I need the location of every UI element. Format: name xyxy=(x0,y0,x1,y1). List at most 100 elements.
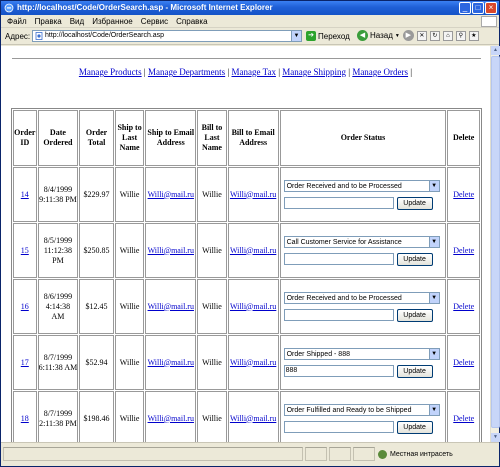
bill-email-link[interactable]: Willi@mail.ru xyxy=(230,190,276,199)
order-id-link[interactable]: 17 xyxy=(21,358,29,367)
update-button[interactable]: Update xyxy=(396,364,433,378)
nav-toolbar: ◀ Назад ▼ ▶ ✕ ↻ ⌂ ⚲ ★ xyxy=(357,30,479,41)
ship-last-name: Willie xyxy=(114,279,145,334)
title-bar[interactable]: http://localhost/Code/OrderSearch.asp - … xyxy=(1,1,499,15)
page-icon xyxy=(35,32,43,40)
ship-email-link[interactable]: Willi@mail.ru xyxy=(148,190,194,199)
order-status-cell: Order Received and to be Processed ▼ Upd… xyxy=(279,167,447,222)
order-status-cell: Call Customer Service for Assistance ▼ U… xyxy=(279,223,447,278)
update-button[interactable]: Update xyxy=(396,196,433,210)
delete-link[interactable]: Delete xyxy=(453,246,474,255)
bill-email-link[interactable]: Willi@mail.ru xyxy=(230,246,276,255)
address-input[interactable]: http://localhost/Code/OrderSearch.asp ▼ xyxy=(32,30,302,42)
chevron-down-icon[interactable]: ▼ xyxy=(428,236,439,247)
go-button[interactable]: ➔ Переход xyxy=(306,31,350,41)
scroll-thumb[interactable] xyxy=(491,56,500,428)
ship-last-name: Willie xyxy=(114,223,145,278)
menu-edit[interactable]: Правка xyxy=(31,17,66,26)
scroll-up-icon[interactable]: ▲ xyxy=(491,46,500,55)
update-button[interactable]: Update xyxy=(396,252,433,266)
order-status-value: Call Customer Service for Assistance xyxy=(286,238,402,246)
address-bar: Адрес: http://localhost/Code/OrderSearch… xyxy=(1,28,499,45)
address-url: http://localhost/Code/OrderSearch.asp xyxy=(45,32,165,39)
status-panel xyxy=(353,447,375,461)
menu-file[interactable]: Файл xyxy=(1,17,31,26)
stop-icon[interactable]: ✕ xyxy=(416,30,427,41)
order-status-select[interactable]: Order Shipped - 888 ▼ xyxy=(283,347,440,360)
ship-email-link[interactable]: Willi@mail.ru xyxy=(148,358,194,367)
chevron-down-icon[interactable]: ▼ xyxy=(428,348,439,359)
order-status-select[interactable]: Order Received and to be Processed ▼ xyxy=(283,291,440,304)
update-button[interactable]: Update xyxy=(396,308,433,322)
maximize-button[interactable]: □ xyxy=(472,2,484,14)
ship-email-link[interactable]: Willi@mail.ru xyxy=(148,246,194,255)
header-bill-last-name: Bill to Last Name xyxy=(197,110,227,166)
back-button[interactable]: ◀ Назад ▼ xyxy=(357,30,400,41)
zone-label: Местная интрасеть xyxy=(390,451,453,458)
chevron-down-icon[interactable]: ▼ xyxy=(428,180,439,191)
chevron-down-icon[interactable]: ▼ xyxy=(291,31,301,41)
table-row: 18 8/7/1999 2:11:38 PM $198.46 Willie Wi… xyxy=(13,391,480,442)
header-delete: Delete xyxy=(447,110,480,166)
scroll-down-icon[interactable]: ▼ xyxy=(491,433,500,442)
date-ordered: 8/5/1999 11:12:38 PM xyxy=(37,223,79,278)
bill-email-link[interactable]: Willi@mail.ru xyxy=(230,358,276,367)
browser-window: http://localhost/Code/OrderSearch.asp - … xyxy=(0,0,500,467)
divider xyxy=(12,58,481,59)
home-icon[interactable]: ⌂ xyxy=(442,30,453,41)
ship-email-link[interactable]: Willi@mail.ru xyxy=(148,414,194,423)
windows-logo-icon xyxy=(481,16,497,27)
menu-favorites[interactable]: Избранное xyxy=(88,17,137,26)
order-id-link[interactable]: 16 xyxy=(21,302,29,311)
chevron-down-icon[interactable]: ▼ xyxy=(395,33,400,39)
status-note-input[interactable]: 888 xyxy=(283,365,394,377)
vertical-scrollbar[interactable]: ▲ ▼ xyxy=(490,46,500,442)
menu-tools[interactable]: Сервис xyxy=(137,17,172,26)
delete-link[interactable]: Delete xyxy=(453,302,474,311)
bill-email-link[interactable]: Willi@mail.ru xyxy=(230,302,276,311)
header-bill-email: Bill to Email Address xyxy=(227,110,279,166)
order-status-select[interactable]: Order Received and to be Processed ▼ xyxy=(283,179,440,192)
bill-last-name: Willie xyxy=(197,167,227,222)
delete-link[interactable]: Delete xyxy=(453,358,474,367)
update-button[interactable]: Update xyxy=(396,420,433,434)
link-manage-products[interactable]: Manage Products xyxy=(79,67,142,77)
date-ordered: 8/4/1999 9:11:38 PM xyxy=(37,167,79,222)
window-controls: _ □ × xyxy=(459,2,497,14)
status-note-input[interactable] xyxy=(283,421,394,433)
status-note-input[interactable] xyxy=(283,309,394,321)
menu-help[interactable]: Справка xyxy=(172,17,211,26)
forward-arrow-icon[interactable]: ▶ xyxy=(402,30,414,41)
status-note-input[interactable] xyxy=(283,197,394,209)
order-status-value: Order Received and to be Processed xyxy=(286,294,402,302)
header-date-ordered: Date Ordered xyxy=(37,110,79,166)
order-id-link[interactable]: 15 xyxy=(21,246,29,255)
status-note-input[interactable] xyxy=(283,253,394,265)
link-manage-departments[interactable]: Manage Departments xyxy=(148,67,225,77)
table-row: 15 8/5/1999 11:12:38 PM $250.85 Willie W… xyxy=(13,223,480,278)
order-id-link[interactable]: 18 xyxy=(21,414,29,423)
favorites-icon[interactable]: ★ xyxy=(468,30,479,41)
link-manage-orders[interactable]: Manage Orders xyxy=(352,67,408,77)
ship-last-name: Willie xyxy=(114,335,145,390)
minimize-button[interactable]: _ xyxy=(459,2,471,14)
ship-last-name: Willie xyxy=(114,167,145,222)
bill-email-link[interactable]: Willi@mail.ru xyxy=(230,414,276,423)
close-button[interactable]: × xyxy=(485,2,497,14)
ship-email-link[interactable]: Willi@mail.ru xyxy=(148,302,194,311)
admin-nav: Manage Products | Manage Departments | M… xyxy=(1,67,490,77)
order-status-select[interactable]: Call Customer Service for Assistance ▼ xyxy=(283,235,440,248)
delete-link[interactable]: Delete xyxy=(453,190,474,199)
chevron-down-icon[interactable]: ▼ xyxy=(428,292,439,303)
table-row: 17 8/7/1999 6:11:38 AM $52.94 Willie Wil… xyxy=(13,335,480,390)
link-manage-shipping[interactable]: Manage Shipping xyxy=(282,67,346,77)
menu-view[interactable]: Вид xyxy=(66,17,88,26)
delete-link[interactable]: Delete xyxy=(453,414,474,423)
order-id-link[interactable]: 14 xyxy=(21,190,29,199)
search-icon[interactable]: ⚲ xyxy=(455,30,466,41)
link-manage-tax[interactable]: Manage Tax xyxy=(232,67,276,77)
order-status-value: Order Fulfilled and Ready to be Shipped xyxy=(286,406,412,414)
refresh-icon[interactable]: ↻ xyxy=(429,30,440,41)
chevron-down-icon[interactable]: ▼ xyxy=(428,404,439,415)
order-status-select[interactable]: Order Fulfilled and Ready to be Shipped … xyxy=(283,403,440,416)
